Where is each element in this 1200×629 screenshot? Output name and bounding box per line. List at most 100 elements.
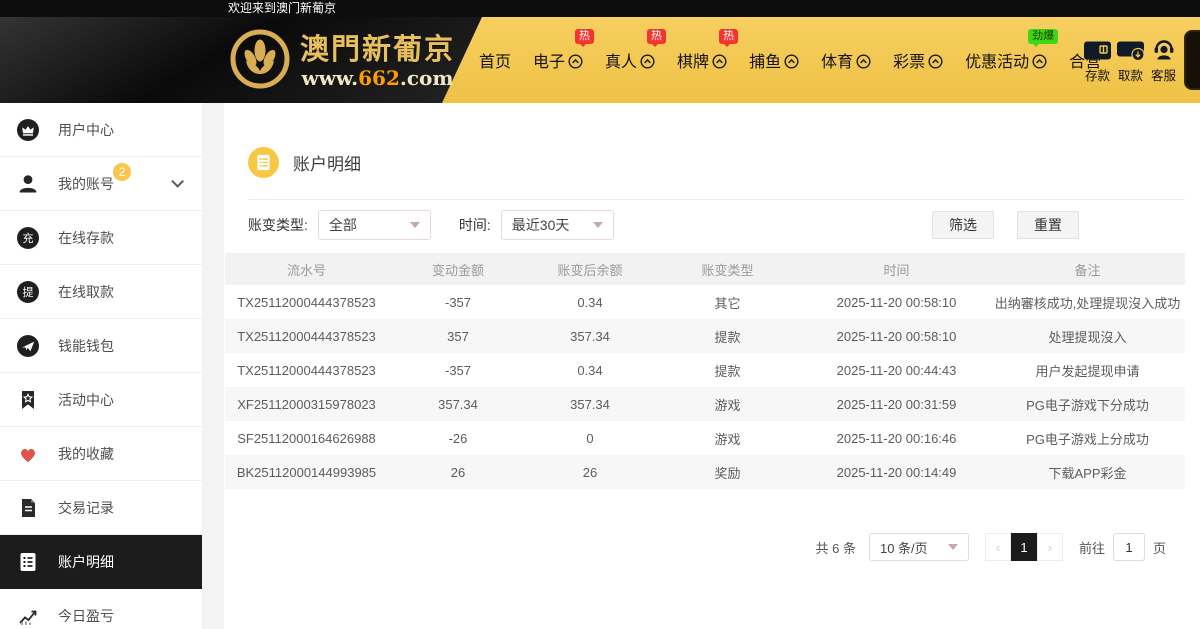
nav-item-label: 体育 (821, 48, 853, 72)
nav-item-label: 真人 (605, 48, 637, 72)
prev-page-button[interactable]: ‹ (985, 533, 1011, 561)
cell-amount: 357 (388, 319, 528, 353)
next-page-button[interactable]: › (1037, 533, 1063, 561)
records-icon (15, 495, 41, 521)
cell-remark: 出纳審核成功,处理提现沒入成功 (990, 285, 1185, 319)
sidebar-item-7[interactable]: 交易记录 (0, 481, 202, 535)
page-size-select[interactable]: 10 条/页 (869, 533, 969, 561)
sidebar-item-0[interactable]: 用户中心 (0, 103, 202, 157)
cell-time: 2025-11-20 00:58:10 (803, 319, 990, 353)
svg-text:提: 提 (23, 286, 34, 299)
welcome-bar: 欢迎来到澳门新葡京 (0, 0, 1200, 17)
cell-type: 其它 (652, 285, 803, 319)
filter-bar: 账变类型: 全部 时间: 最近30天 筛选 重置 (248, 210, 1185, 240)
cell-time: 2025-11-20 00:31:59 (803, 387, 990, 421)
deposit-card-icon (1083, 30, 1113, 62)
type-select-value: 全部 (329, 215, 357, 235)
quick-action-2[interactable]: 客服 (1147, 30, 1180, 84)
goto-label: 前往 (1079, 538, 1105, 557)
customer-service-icon (1151, 30, 1177, 62)
nav-item-label: 棋牌 (677, 48, 709, 72)
cell-balance: 357.34 (528, 387, 652, 421)
chevron-circle-icon (928, 54, 943, 69)
brand-logo[interactable]: 澳門新葡京 www.662.com (229, 28, 455, 95)
cell-type: 游戏 (652, 421, 803, 455)
column-header: 备注 (990, 253, 1185, 285)
pagination: 共 6 条 10 条/页 ‹ 1 › 前往 页 (224, 533, 1200, 561)
cell-serial: TX25112000444378523 (225, 319, 388, 353)
sidebar-item-label: 账户明细 (58, 552, 114, 572)
nav-item-1[interactable]: 电子热 (533, 48, 583, 72)
cell-type: 提款 (652, 319, 803, 353)
filter-button[interactable]: 筛选 (932, 211, 994, 239)
cell-serial: TX25112000444378523 (225, 353, 388, 387)
heart-icon (15, 441, 41, 467)
cell-time: 2025-11-20 00:44:43 (803, 353, 990, 387)
table-body: TX25112000444378523-3570.34其它2025-11-20 … (225, 285, 1185, 489)
sidebar-item-4[interactable]: 钱能钱包 (0, 319, 202, 373)
nav-item-6[interactable]: 彩票 (893, 48, 943, 72)
nav-item-label: 捕鱼 (749, 48, 781, 72)
app-button-partial[interactable] (1184, 30, 1200, 90)
reset-button[interactable]: 重置 (1017, 211, 1079, 239)
sidebar-item-9[interactable]: 今日盈亏 (0, 589, 202, 629)
lotus-emblem-icon (229, 28, 291, 95)
quick-actions: 存款取款客服 (1081, 30, 1180, 84)
quick-action-1[interactable]: 取款 (1114, 30, 1147, 84)
nav-badge: 热 (575, 29, 594, 44)
cell-remark: 处理提现沒入 (990, 319, 1185, 353)
sidebar-item-2[interactable]: 充在线存款 (0, 211, 202, 265)
column-header: 时间 (803, 253, 990, 285)
quick-action-label: 取款 (1118, 65, 1143, 84)
type-select[interactable]: 全部 (318, 210, 431, 240)
quick-action-label: 客服 (1151, 65, 1176, 84)
table-row: TX25112000444378523-3570.34其它2025-11-20 … (225, 285, 1185, 319)
sidebar-item-label: 我的账号2 (58, 174, 114, 194)
notification-badge: 2 (113, 163, 131, 181)
withdraw-card-icon (1116, 30, 1146, 62)
cell-amount: -357 (388, 285, 528, 319)
cell-time: 2025-11-20 00:14:49 (803, 455, 990, 489)
sidebar-item-5[interactable]: 活动中心 (0, 373, 202, 427)
nav-item-5[interactable]: 体育 (821, 48, 871, 72)
nav-item-3[interactable]: 棋牌热 (677, 48, 727, 72)
nav-item-4[interactable]: 捕鱼 (749, 48, 799, 72)
brand-url: www.662.com (302, 66, 454, 90)
nav-item-2[interactable]: 真人热 (605, 48, 655, 72)
main-nav: 首页电子热真人热棋牌热捕鱼体育彩票优惠活动劲爆合营 (468, 17, 1112, 103)
cell-time: 2025-11-20 00:16:46 (803, 421, 990, 455)
page-title-block: 账户明细 (248, 103, 1185, 200)
quick-action-label: 存款 (1085, 65, 1110, 84)
goto-page-input[interactable] (1113, 533, 1145, 561)
cell-time: 2025-11-20 00:58:10 (803, 285, 990, 319)
sidebar-item-1[interactable]: 我的账号2 (0, 157, 202, 211)
nav-item-0[interactable]: 首页 (479, 48, 511, 72)
list-icon (248, 147, 279, 178)
current-page[interactable]: 1 (1011, 533, 1037, 561)
cell-amount: -26 (388, 421, 528, 455)
page-unit-label: 页 (1153, 538, 1166, 557)
nav-item-label: 电子 (533, 48, 565, 72)
nav-item-7[interactable]: 优惠活动劲爆 (965, 48, 1047, 72)
sidebar-item-3[interactable]: 提在线取款 (0, 265, 202, 319)
time-filter-label: 时间: (459, 215, 491, 235)
time-select[interactable]: 最近30天 (501, 210, 614, 240)
svg-text:充: 充 (23, 231, 34, 245)
table-row: TX25112000444378523-3570.34提款2025-11-20 … (225, 353, 1185, 387)
sidebar: 用户中心我的账号2 充在线存款提在线取款钱能钱包活动中心我的收藏交易记录账户明细今… (0, 103, 213, 629)
column-header: 流水号 (225, 253, 388, 285)
detail-list-icon (15, 549, 41, 575)
quick-action-0[interactable]: 存款 (1081, 30, 1114, 84)
cell-serial: SF25112000164626988 (225, 421, 388, 455)
sidebar-item-6[interactable]: 我的收藏 (0, 427, 202, 481)
cell-serial: TX25112000444378523 (225, 285, 388, 319)
sidebar-item-8[interactable]: 账户明细 (0, 535, 202, 589)
table-row: XF25112000315978023357.34357.34游戏2025-11… (225, 387, 1185, 421)
cell-type: 奖励 (652, 455, 803, 489)
crown-icon (15, 117, 41, 143)
withdraw-circle-icon: 提 (15, 279, 41, 305)
sidebar-item-label: 用户中心 (58, 120, 114, 140)
nav-badge: 劲爆 (1028, 29, 1058, 44)
cell-type: 游戏 (652, 387, 803, 421)
cell-remark: PG电子游戏上分成功 (990, 421, 1185, 455)
